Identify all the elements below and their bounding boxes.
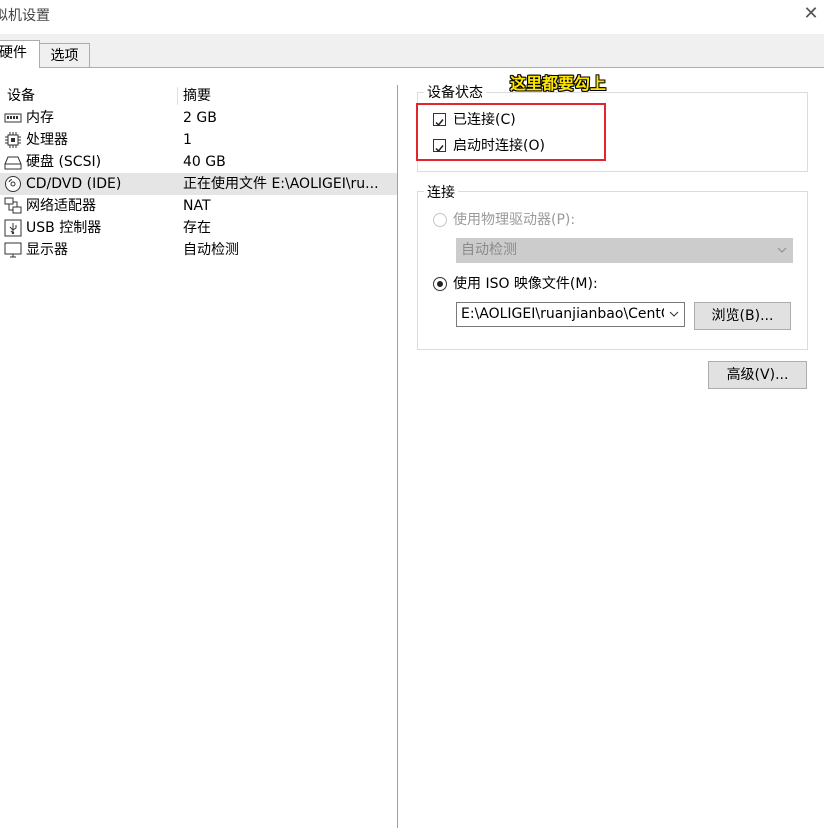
memory-icon [4, 113, 22, 123]
device-summary: 2 GB [183, 110, 217, 126]
connection-label: 连接 [424, 182, 458, 202]
physical-drive-label: 使用物理驱动器(P): [453, 212, 576, 228]
device-row-display[interactable]: 显示器 自动检测 [0, 239, 397, 261]
device-status-label: 设备状态 [424, 82, 486, 102]
processor-icon [5, 132, 21, 148]
physical-drive-select[interactable]: 自动检测 [456, 238, 793, 263]
annotation-text: 这里都要勾上 [510, 74, 607, 93]
device-summary: 存在 [183, 220, 211, 236]
window-title: 拟机设置 [0, 8, 50, 24]
chevron-down-icon [777, 247, 787, 253]
device-name: 网络适配器 [26, 198, 96, 214]
device-summary: 正在使用文件 E:\AOLIGEI\ru... [183, 176, 379, 192]
device-name: 显示器 [26, 242, 68, 258]
device-row-usb[interactable]: USB 控制器 存在 [0, 217, 397, 239]
device-row-cd-dvd[interactable]: CD/DVD (IDE) 正在使用文件 E:\AOLIGEI\ru... [0, 173, 397, 195]
tab-divider [0, 67, 824, 68]
device-name: CD/DVD (IDE) [26, 176, 122, 192]
column-header-device[interactable]: 设备 [7, 85, 35, 107]
close-icon[interactable]: ✕ [802, 5, 820, 23]
tab-bar: 硬件 选项 [0, 34, 824, 68]
device-name: 处理器 [26, 132, 68, 148]
device-row-network-adapter[interactable]: 网络适配器 NAT [0, 195, 397, 217]
column-separator[interactable] [177, 87, 178, 105]
advanced-button[interactable]: 高级(V)... [708, 361, 807, 389]
device-summary: 1 [183, 132, 192, 148]
iso-label: 使用 ISO 映像文件(M): [453, 276, 598, 292]
display-icon [4, 242, 22, 258]
cd-dvd-icon [5, 176, 21, 192]
device-summary: 40 GB [183, 154, 226, 170]
device-row-processor[interactable]: 处理器 1 [0, 129, 397, 151]
device-name: 内存 [26, 110, 54, 126]
device-row-hard-disk[interactable]: 硬盘 (SCSI) 40 GB [0, 151, 397, 173]
hard-disk-icon [4, 156, 22, 170]
annotation-highlight-box [416, 103, 606, 161]
connection-group: 连接 使用物理驱动器(P): 自动检测 使用 ISO 映像文件(M): E:\A… [417, 182, 808, 350]
tab-hardware[interactable]: 硬件 [0, 40, 40, 68]
iso-path-value: E:\AOLIGEI\ruanjianbao\CentC [461, 306, 664, 322]
physical-drive-value: 自动检测 [461, 242, 517, 258]
physical-drive-radio[interactable] [433, 213, 447, 227]
device-list-header: 设备 摘要 [0, 85, 397, 107]
device-row-memory[interactable]: 内存 2 GB [0, 107, 397, 129]
tab-options[interactable]: 选项 [39, 43, 90, 68]
usb-icon [4, 219, 22, 237]
device-summary: NAT [183, 198, 211, 214]
iso-radio[interactable] [433, 277, 447, 291]
browse-button[interactable]: 浏览(B)... [694, 302, 791, 330]
device-name: USB 控制器 [26, 220, 102, 236]
device-name: 硬盘 (SCSI) [26, 154, 102, 170]
network-adapter-icon [4, 197, 22, 214]
column-header-summary[interactable]: 摘要 [183, 85, 211, 107]
device-summary: 自动检测 [183, 242, 239, 258]
radio-selected-dot [437, 281, 443, 287]
chevron-down-icon [669, 311, 679, 317]
device-list: 设备 摘要 内存 2 GB 处理器 1 硬盘 (SCSI) 40 GB CD/D… [0, 85, 398, 828]
iso-path-combobox[interactable]: E:\AOLIGEI\ruanjianbao\CentC [456, 302, 685, 327]
